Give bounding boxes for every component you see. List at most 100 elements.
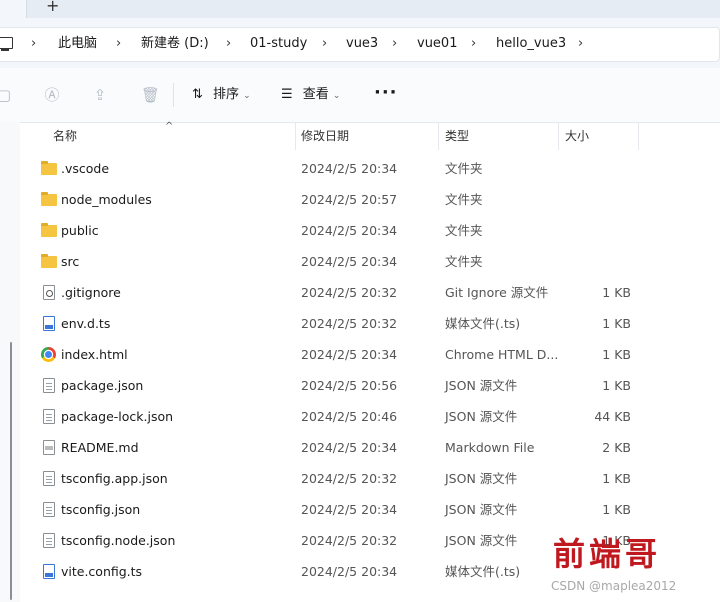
file-row[interactable]: env.d.ts 2024/2/5 20:32 媒体文件(.ts) 1 KB (20, 309, 720, 340)
computer-icon[interactable] (0, 37, 13, 51)
json-file-icon (41, 502, 57, 518)
chevron-right-icon[interactable]: › (578, 36, 583, 52)
breadcrumb-item-vue01[interactable]: vue01 (417, 36, 457, 52)
file-name: tsconfig.app.json (61, 471, 168, 486)
file-row[interactable]: README.md 2024/2/5 20:34 Markdown File 2 KB (20, 433, 720, 464)
chevron-right-icon[interactable]: › (226, 36, 231, 52)
file-row[interactable]: public 2024/2/5 20:34 文件夹 (20, 216, 720, 247)
folder-icon (41, 192, 57, 208)
file-modified-date: 2024/2/5 20:34 (301, 347, 398, 362)
column-header-size[interactable]: 大小 (565, 129, 589, 143)
file-modified-date: 2024/2/5 20:34 (301, 223, 398, 238)
file-row[interactable]: package.json 2024/2/5 20:56 JSON 源文件 1 KB (20, 371, 720, 402)
file-modified-date: 2024/2/5 20:46 (301, 409, 398, 424)
file-row[interactable]: src 2024/2/5 20:34 文件夹 (20, 247, 720, 278)
file-modified-date: 2024/2/5 20:32 (301, 316, 398, 331)
media-file-icon (41, 316, 57, 332)
file-type: Git Ignore 源文件 (445, 285, 549, 300)
file-name: package-lock.json (61, 409, 174, 424)
breadcrumb-item-hello-vue3[interactable]: hello_vue3 (496, 36, 566, 52)
json-file-icon (41, 378, 57, 394)
rename-icon[interactable]: Ⓐ (44, 87, 60, 103)
file-size: 1 KB (602, 502, 631, 517)
file-modified-date: 2024/2/5 20:34 (301, 502, 398, 517)
view-button[interactable]: ☰ 查看 ⌄ (281, 87, 340, 103)
chevron-right-icon[interactable]: › (116, 36, 121, 52)
file-size: 44 KB (594, 409, 631, 424)
column-divider[interactable] (558, 122, 559, 150)
view-icon: ☰ (281, 87, 293, 102)
copy-icon[interactable]: ▢ (0, 87, 12, 103)
toolbar-divider (173, 83, 174, 107)
file-row[interactable]: .vscode 2024/2/5 20:34 文件夹 (20, 154, 720, 185)
chevron-right-icon[interactable]: › (392, 36, 397, 52)
file-type: 文件夹 (445, 254, 483, 269)
file-modified-date: 2024/2/5 20:34 (301, 161, 398, 176)
file-row[interactable]: index.html 2024/2/5 20:34 Chrome HTML D...… (20, 340, 720, 371)
chevron-right-icon[interactable]: › (322, 36, 327, 52)
file-name: .vscode (61, 161, 110, 176)
nav-scrollbar[interactable] (10, 342, 12, 600)
column-header-name[interactable]: 名称 (53, 129, 77, 143)
media-file-icon (41, 564, 57, 580)
json-file-icon (41, 409, 57, 425)
markdown-file-icon (41, 440, 57, 456)
chrome-icon (41, 347, 57, 363)
file-size: 2 KB (602, 440, 631, 455)
breadcrumb-item-this-pc[interactable]: 此电脑 (58, 36, 97, 52)
tab-current[interactable] (0, 0, 27, 18)
file-type: 文件夹 (445, 223, 483, 238)
folder-icon (41, 223, 57, 239)
file-modified-date: 2024/2/5 20:34 (301, 254, 398, 269)
new-tab-button[interactable]: + (46, 0, 59, 15)
view-label: 查看 (302, 87, 329, 102)
gear-file-icon (41, 285, 57, 301)
file-size: 1 KB (602, 316, 631, 331)
folder-icon (41, 254, 57, 270)
folder-icon (41, 161, 57, 177)
file-row[interactable]: tsconfig.app.json 2024/2/5 20:32 JSON 源文件 1… (20, 464, 720, 495)
file-modified-date: 2024/2/5 20:32 (301, 471, 398, 486)
file-name: tsconfig.json (61, 502, 141, 517)
tab-strip: + (0, 0, 720, 18)
column-header-type[interactable]: 类型 (445, 129, 469, 143)
json-file-icon (41, 471, 57, 487)
more-options-button[interactable]: ··· (374, 82, 398, 103)
file-modified-date: 2024/2/5 20:56 (301, 378, 398, 393)
sort-label: 排序 (213, 87, 240, 102)
column-divider[interactable] (295, 122, 296, 150)
delete-icon[interactable]: 🗑 (141, 87, 160, 103)
breadcrumb-item-drive-d[interactable]: 新建卷 (D:) (141, 36, 209, 52)
file-modified-date: 2024/2/5 20:34 (301, 440, 398, 455)
share-icon[interactable]: ⇪ (92, 87, 108, 103)
sort-icon: ⇅ (192, 87, 203, 102)
file-name: README.md (61, 440, 139, 455)
chevron-down-icon: ⌄ (243, 91, 251, 101)
sort-button[interactable]: ⇅ 排序 ⌄ (192, 87, 251, 103)
column-divider[interactable] (438, 122, 439, 150)
chevron-right-icon[interactable]: › (31, 36, 36, 52)
column-divider[interactable] (638, 122, 639, 150)
file-row[interactable]: node_modules 2024/2/5 20:57 文件夹 (20, 185, 720, 216)
file-name: package.json (61, 378, 144, 393)
file-name: public (61, 223, 99, 238)
file-row[interactable]: package-lock.json 2024/2/5 20:46 JSON 源文件 4… (20, 402, 720, 433)
file-type: 媒体文件(.ts) (445, 316, 521, 331)
file-name: tsconfig.node.json (61, 533, 176, 548)
breadcrumb-item-01-study[interactable]: 01-study (250, 36, 307, 52)
breadcrumb-item-vue3[interactable]: vue3 (346, 36, 378, 52)
file-type: JSON 源文件 (445, 409, 518, 424)
file-modified-date: 2024/2/5 20:32 (301, 285, 398, 300)
file-size: 1 KB (602, 347, 631, 362)
file-size: 1 KB (602, 285, 631, 300)
json-file-icon (41, 533, 57, 549)
chevron-right-icon[interactable]: › (471, 36, 476, 52)
file-name: index.html (61, 347, 128, 362)
address-bar: › 此电脑 › 新建卷 (D:) › 01-study › vue3 › vue… (0, 18, 720, 68)
column-header-date[interactable]: 修改日期 (301, 129, 349, 143)
column-header-row: ^ 名称 修改日期 类型 大小 (20, 121, 720, 150)
file-row[interactable]: tsconfig.json 2024/2/5 20:34 JSON 源文件 1 KB (20, 495, 720, 526)
file-name: src (61, 254, 80, 269)
file-name: env.d.ts (61, 316, 111, 331)
file-row[interactable]: .gitignore 2024/2/5 20:32 Git Ignore 源文件 1 … (20, 278, 720, 309)
